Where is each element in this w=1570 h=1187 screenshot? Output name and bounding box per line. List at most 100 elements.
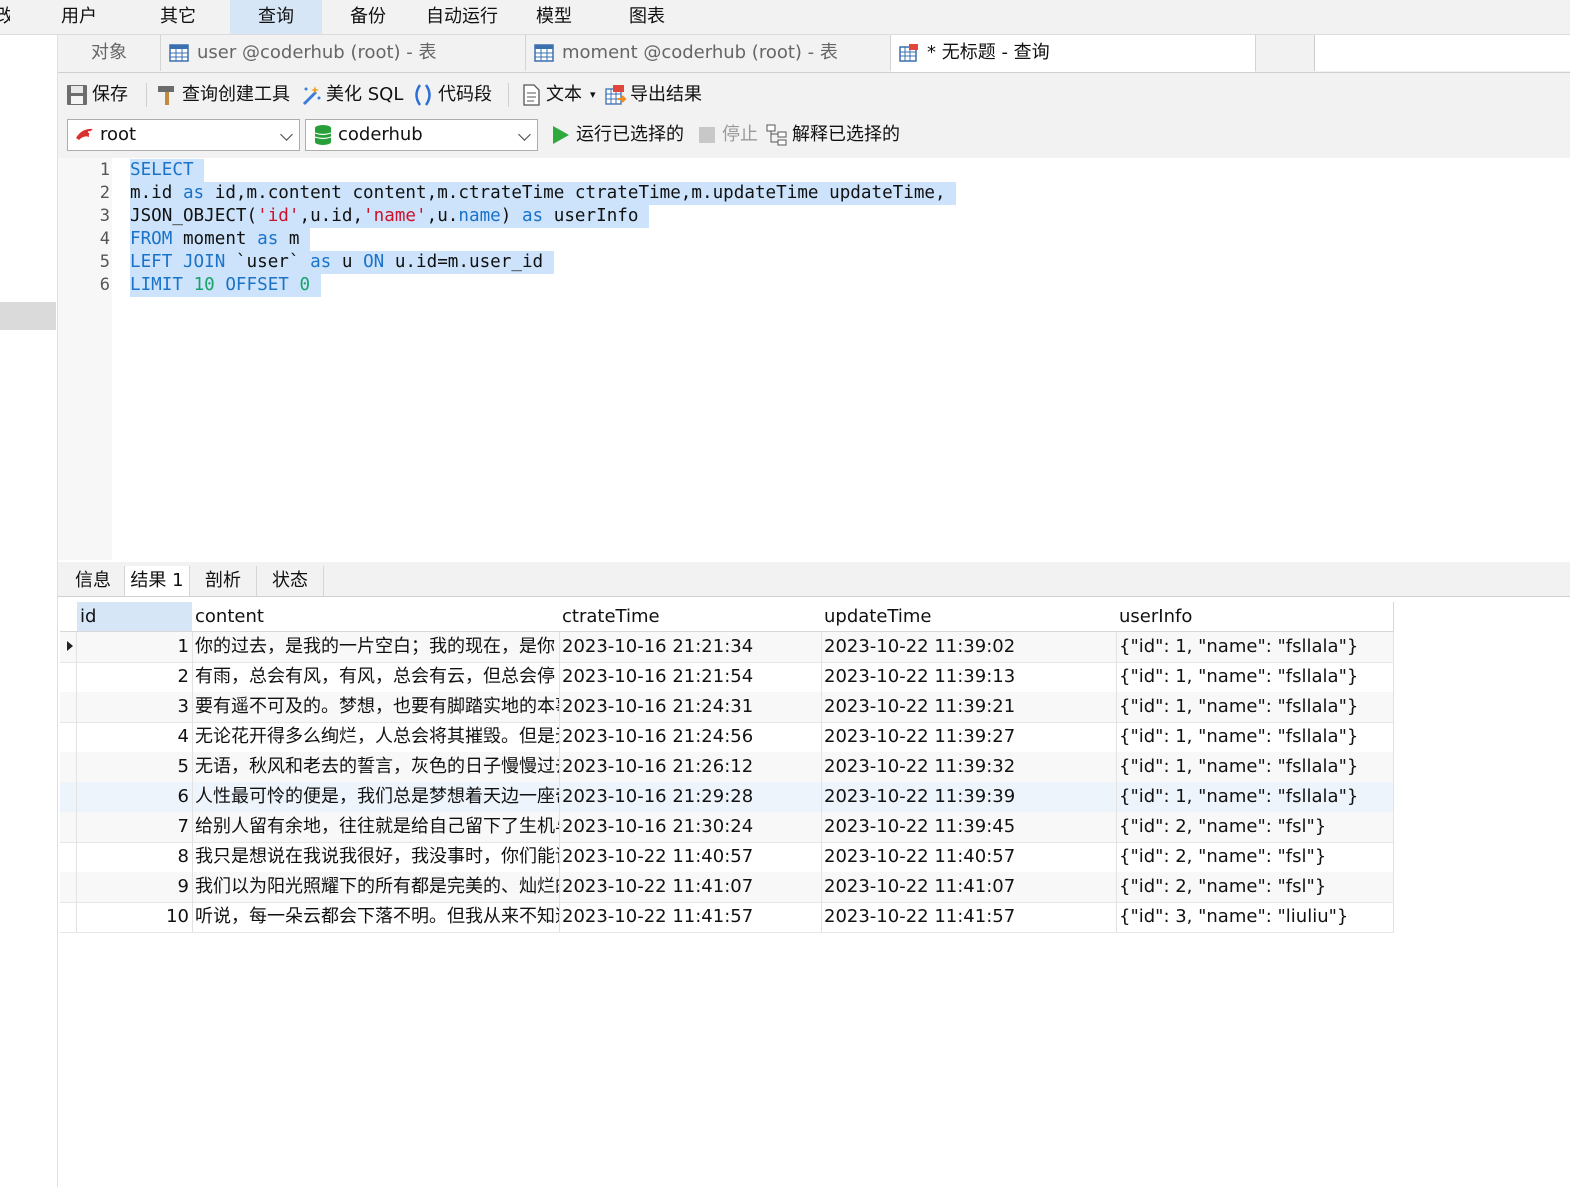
cell-updatetime[interactable]: 2023-10-22 11:39:21 bbox=[821, 692, 1117, 722]
row-marker[interactable] bbox=[60, 752, 77, 782]
menu-item-backup[interactable]: 备份 bbox=[330, 0, 406, 34]
save-button[interactable]: 保存 bbox=[66, 79, 142, 111]
cell-updatetime[interactable]: 2023-10-22 11:39:32 bbox=[821, 752, 1117, 782]
table-row[interactable]: 2 有雨，总会有风，有风，总会有云，但总会停 2023-10-16 21:21:54… bbox=[60, 662, 1394, 693]
row-marker[interactable] bbox=[60, 812, 77, 842]
cell-id[interactable]: 5 bbox=[77, 752, 193, 782]
cell-id[interactable]: 10 bbox=[77, 902, 193, 932]
cell-updatetime[interactable]: 2023-10-22 11:39:45 bbox=[821, 812, 1117, 842]
cell-ctratetime[interactable]: 2023-10-16 21:24:56 bbox=[559, 722, 822, 752]
tab-info[interactable]: 信息 bbox=[62, 566, 125, 596]
cell-userinfo[interactable]: {"id": 3, "name": "liuliu"} bbox=[1116, 902, 1394, 932]
connection-select[interactable]: root bbox=[67, 119, 300, 151]
stop-button[interactable]: 停止 bbox=[696, 119, 760, 151]
cell-id[interactable]: 1 bbox=[77, 632, 193, 662]
cell-content[interactable]: 听说，每一朵云都会下落不明。但我从来不知道 bbox=[192, 902, 560, 932]
cell-content[interactable]: 你的过去，是我的一片空白；我的现在，是你 bbox=[192, 632, 560, 662]
row-marker[interactable] bbox=[60, 842, 77, 872]
cell-ctratetime[interactable]: 2023-10-16 21:24:31 bbox=[559, 692, 822, 722]
row-marker[interactable] bbox=[60, 662, 77, 692]
cell-ctratetime[interactable]: 2023-10-16 21:26:12 bbox=[559, 752, 822, 782]
cell-id[interactable]: 8 bbox=[77, 842, 193, 872]
cell-userinfo[interactable]: {"id": 1, "name": "fsllala"} bbox=[1116, 722, 1394, 752]
navigation-selected-item[interactable] bbox=[0, 302, 56, 330]
cell-content[interactable]: 有雨，总会有风，有风，总会有云，但总会停 bbox=[192, 662, 560, 692]
cell-content[interactable]: 无语，秋风和老去的誓言，灰色的日子慢慢过去 bbox=[192, 752, 560, 782]
cell-updatetime[interactable]: 2023-10-22 11:39:02 bbox=[821, 632, 1117, 662]
menu-item-automation[interactable]: 自动运行 bbox=[414, 0, 510, 34]
column-header-content[interactable]: content bbox=[192, 602, 560, 632]
cell-content[interactable]: 我只是想说在我说我很好，我没事时，你们能读 bbox=[192, 842, 560, 872]
tab-status[interactable]: 状态 bbox=[257, 566, 324, 596]
table-row[interactable]: 4 无论花开得多么绚烂，人总会将其摧毁。但是无 2023-10-16 21:24:5… bbox=[60, 722, 1394, 753]
cell-ctratetime[interactable]: 2023-10-22 11:40:57 bbox=[559, 842, 822, 872]
column-header-userinfo[interactable]: userInfo bbox=[1116, 602, 1394, 632]
cell-updatetime[interactable]: 2023-10-22 11:41:07 bbox=[821, 872, 1117, 902]
tab-moment-table[interactable]: moment @coderhub (root) - 表 bbox=[526, 35, 891, 71]
row-marker[interactable] bbox=[60, 632, 77, 662]
cell-id[interactable]: 3 bbox=[77, 692, 193, 722]
query-builder-button[interactable]: 查询创建工具 bbox=[156, 79, 294, 111]
cell-userinfo[interactable]: {"id": 2, "name": "fsl"} bbox=[1116, 842, 1394, 872]
tab-objects[interactable]: 对象 bbox=[58, 35, 161, 71]
column-header-id[interactable]: id bbox=[77, 602, 193, 632]
cell-ctratetime[interactable]: 2023-10-16 21:21:34 bbox=[559, 632, 822, 662]
cell-content[interactable]: 要有遥不可及的。梦想，也要有脚踏实地的本事 bbox=[192, 692, 560, 722]
cell-id[interactable]: 4 bbox=[77, 722, 193, 752]
column-header-ctratetime[interactable]: ctrateTime bbox=[559, 602, 822, 632]
row-marker[interactable] bbox=[60, 902, 77, 932]
cell-id[interactable]: 6 bbox=[77, 782, 193, 812]
cell-content[interactable]: 人性最可怜的便是，我们总是梦想着天边一座奇 bbox=[192, 782, 560, 812]
cell-updatetime[interactable]: 2023-10-22 11:39:27 bbox=[821, 722, 1117, 752]
cell-userinfo[interactable]: {"id": 1, "name": "fsllala"} bbox=[1116, 692, 1394, 722]
tab-result-1[interactable]: 结果 1 bbox=[125, 566, 190, 596]
menu-item-cut[interactable]: 改 bbox=[0, 0, 10, 34]
row-marker[interactable] bbox=[60, 722, 77, 752]
table-row[interactable]: 1 你的过去，是我的一片空白；我的现在，是你 2023-10-16 21:21:34… bbox=[60, 632, 1394, 663]
cell-updatetime[interactable]: 2023-10-22 11:40:57 bbox=[821, 842, 1117, 872]
cell-ctratetime[interactable]: 2023-10-16 21:30:24 bbox=[559, 812, 822, 842]
table-row[interactable]: 10 听说，每一朵云都会下落不明。但我从来不知道 2023-10-22 11:41:… bbox=[60, 902, 1394, 933]
menu-item-model[interactable]: 模型 bbox=[516, 0, 592, 34]
cell-ctratetime[interactable]: 2023-10-16 21:29:28 bbox=[559, 782, 822, 812]
code-snippet-button[interactable]: 代码段 bbox=[412, 79, 498, 111]
menu-item-query[interactable]: 查询 bbox=[230, 0, 322, 34]
cell-content[interactable]: 给别人留有余地，往往就是给自己留下了生机与 bbox=[192, 812, 560, 842]
cell-userinfo[interactable]: {"id": 1, "name": "fsllala"} bbox=[1116, 782, 1394, 812]
navigation-panel[interactable] bbox=[0, 35, 58, 1187]
cell-userinfo[interactable]: {"id": 1, "name": "fsllala"} bbox=[1116, 752, 1394, 782]
table-row[interactable]: 5 无语，秋风和老去的誓言，灰色的日子慢慢过去 2023-10-16 21:26:1… bbox=[60, 752, 1394, 783]
cell-updatetime[interactable]: 2023-10-22 11:41:57 bbox=[821, 902, 1117, 932]
row-marker[interactable] bbox=[60, 872, 77, 902]
explain-selected-button[interactable]: 解释已选择的 bbox=[766, 119, 906, 151]
beautify-sql-button[interactable]: 美化 SQL bbox=[300, 79, 408, 111]
tab-profile[interactable]: 剖析 bbox=[190, 566, 257, 596]
table-row[interactable]: 7 给别人留有余地，往往就是给自己留下了生机与 2023-10-16 21:30:2… bbox=[60, 812, 1394, 843]
sql-editor[interactable]: 1 2 3 4 5 6 SELECT m.id as id,m.content conte… bbox=[58, 158, 1570, 560]
run-selected-button[interactable]: 运行已选择的 bbox=[550, 119, 686, 151]
export-results-button[interactable]: 导出结果 bbox=[604, 79, 708, 111]
tab-search-box[interactable] bbox=[1314, 35, 1570, 71]
text-mode-button[interactable]: 文本 ▾ bbox=[520, 79, 598, 111]
menu-item-users[interactable]: 用户 bbox=[40, 0, 118, 34]
cell-id[interactable]: 2 bbox=[77, 662, 193, 692]
table-row[interactable]: 6 人性最可怜的便是，我们总是梦想着天边一座奇 2023-10-16 21:29:2… bbox=[60, 782, 1394, 813]
cell-ctratetime[interactable]: 2023-10-22 11:41:57 bbox=[559, 902, 822, 932]
cell-userinfo[interactable]: {"id": 2, "name": "fsl"} bbox=[1116, 812, 1394, 842]
cell-content[interactable]: 我们以为阳光照耀下的所有都是完美的、灿烂的 bbox=[192, 872, 560, 902]
cell-updatetime[interactable]: 2023-10-22 11:39:13 bbox=[821, 662, 1117, 692]
cell-userinfo[interactable]: {"id": 1, "name": "fsllala"} bbox=[1116, 662, 1394, 692]
column-header-updatetime[interactable]: updateTime bbox=[821, 602, 1117, 632]
row-marker[interactable] bbox=[60, 782, 77, 812]
table-row[interactable]: 8 我只是想说在我说我很好，我没事时，你们能读 2023-10-22 11:40:5… bbox=[60, 842, 1394, 873]
menu-item-chart[interactable]: 图表 bbox=[608, 0, 686, 34]
tab-user-table[interactable]: user @coderhub (root) - 表 bbox=[161, 35, 526, 71]
cell-userinfo[interactable]: {"id": 2, "name": "fsl"} bbox=[1116, 872, 1394, 902]
cell-id[interactable]: 9 bbox=[77, 872, 193, 902]
cell-content[interactable]: 无论花开得多么绚烂，人总会将其摧毁。但是无 bbox=[192, 722, 560, 752]
cell-id[interactable]: 7 bbox=[77, 812, 193, 842]
table-row[interactable]: 3 要有遥不可及的。梦想，也要有脚踏实地的本事 2023-10-16 21:24:3… bbox=[60, 692, 1394, 723]
menu-item-others[interactable]: 其它 bbox=[138, 0, 218, 34]
cell-userinfo[interactable]: {"id": 1, "name": "fsllala"} bbox=[1116, 632, 1394, 662]
cell-ctratetime[interactable]: 2023-10-22 11:41:07 bbox=[559, 872, 822, 902]
